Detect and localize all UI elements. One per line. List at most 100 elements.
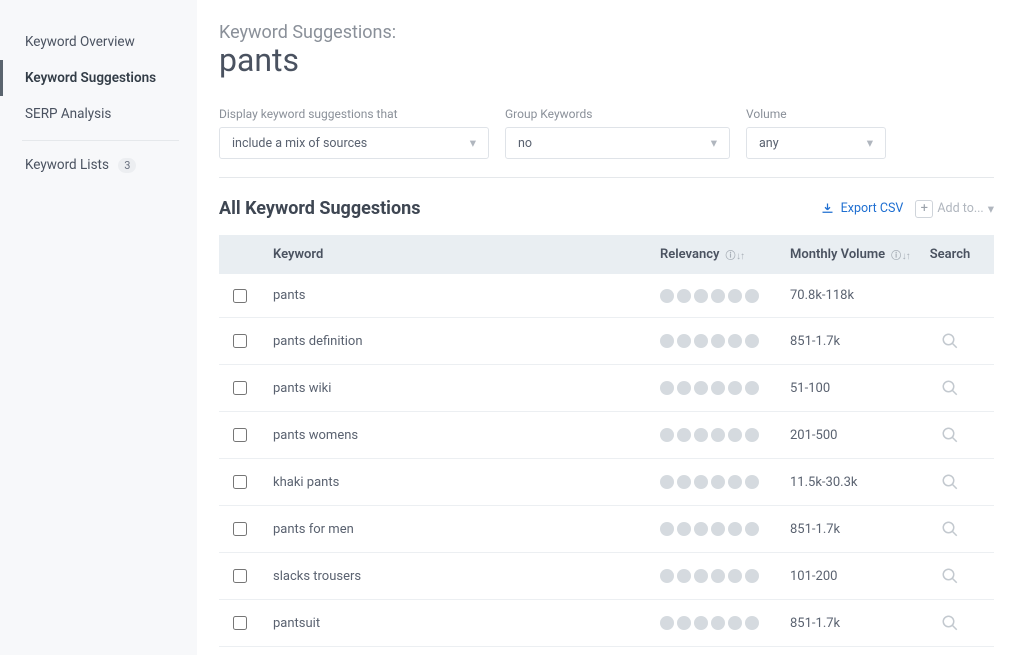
relevancy-dot: [694, 334, 708, 348]
export-label: Export CSV: [841, 201, 904, 216]
search-icon[interactable]: [941, 426, 959, 444]
table-row: pants for men 851-1.7k: [219, 506, 994, 553]
relevancy-dot: [660, 616, 674, 630]
keyword-cell[interactable]: pants: [257, 288, 660, 303]
relevancy-dot: [711, 428, 725, 442]
keyword-cell[interactable]: pants definition: [257, 334, 660, 349]
sidebar-item-suggestions[interactable]: Keyword Suggestions: [0, 60, 197, 96]
header-relevancy-label: Relevancy: [660, 247, 719, 262]
relevancy-dot: [694, 616, 708, 630]
filter-group-label: Group Keywords: [505, 107, 730, 121]
relevancy-cell: [660, 334, 790, 348]
row-checkbox[interactable]: [233, 475, 247, 489]
row-checkbox[interactable]: [233, 569, 247, 583]
relevancy-dot: [728, 289, 742, 303]
relevancy-dot: [728, 428, 742, 442]
relevancy-dot: [728, 616, 742, 630]
filter-group-value: no: [518, 136, 532, 151]
relevancy-dot: [660, 428, 674, 442]
relevancy-dot: [660, 569, 674, 583]
sidebar: Keyword Overview Keyword Suggestions SER…: [0, 0, 197, 655]
search-icon[interactable]: [941, 614, 959, 632]
row-checkbox-cell: [233, 289, 257, 303]
sidebar-item-label: Keyword Overview: [25, 34, 135, 50]
relevancy-cell: [660, 475, 790, 489]
volume-cell: 101-200: [790, 569, 920, 584]
filter-volume: Volume any ▾: [746, 107, 886, 159]
search-cell: [920, 520, 980, 538]
search-icon[interactable]: [941, 379, 959, 397]
sidebar-item-serp[interactable]: SERP Analysis: [0, 96, 197, 132]
relevancy-dot: [677, 522, 691, 536]
row-checkbox[interactable]: [233, 428, 247, 442]
row-checkbox-cell: [233, 616, 257, 630]
relevancy-dot: [677, 381, 691, 395]
relevancy-dot: [745, 475, 759, 489]
volume-cell: 51-100: [790, 381, 920, 396]
export-csv-button[interactable]: Export CSV: [820, 201, 904, 216]
keyword-cell[interactable]: pantsuit: [257, 616, 660, 631]
relevancy-dot: [711, 381, 725, 395]
sidebar-item-label: Keyword Lists: [25, 157, 109, 173]
keyword-cell[interactable]: pants wiki: [257, 381, 660, 396]
header-volume[interactable]: Monthly Volume ⓘ ↓↑: [790, 247, 920, 262]
relevancy-dot: [728, 569, 742, 583]
sidebar-item-overview[interactable]: Keyword Overview: [0, 24, 197, 60]
volume-cell: 201-500: [790, 428, 920, 443]
relevancy-dot: [728, 522, 742, 536]
relevancy-dot: [745, 289, 759, 303]
keyword-cell[interactable]: khaki pants: [257, 475, 660, 490]
table-row: slacks trousers 101-200: [219, 553, 994, 600]
keyword-cell[interactable]: slacks trousers: [257, 569, 660, 584]
search-icon[interactable]: [941, 567, 959, 585]
lists-count-badge: 3: [118, 158, 136, 173]
relevancy-dot: [694, 569, 708, 583]
add-to-label: Add to...: [937, 201, 983, 216]
sidebar-item-lists[interactable]: Keyword Lists 3: [0, 147, 197, 183]
sort-icon: ⓘ ↓↑: [891, 247, 910, 262]
volume-cell: 851-1.7k: [790, 522, 920, 537]
volume-cell: 11.5k-30.3k: [790, 475, 920, 490]
relevancy-cell: [660, 616, 790, 630]
filter-display-value: include a mix of sources: [232, 136, 367, 151]
table-row: pants70.8k-118k: [219, 274, 994, 318]
volume-cell: 851-1.7k: [790, 334, 920, 349]
search-icon[interactable]: [941, 520, 959, 538]
relevancy-dot: [711, 334, 725, 348]
relevancy-dot: [711, 522, 725, 536]
keyword-cell[interactable]: pants womens: [257, 428, 660, 443]
relevancy-cell: [660, 381, 790, 395]
chevron-down-icon: ▾: [867, 135, 873, 151]
relevancy-dot: [694, 522, 708, 536]
search-cell: [920, 473, 980, 491]
relevancy-dot: [677, 428, 691, 442]
header-keyword[interactable]: Keyword: [257, 247, 660, 262]
filter-group: Group Keywords no ▾: [505, 107, 730, 159]
filter-group-select[interactable]: no ▾: [505, 127, 730, 159]
search-icon[interactable]: [941, 473, 959, 491]
search-cell: [920, 332, 980, 350]
relevancy-dot: [728, 334, 742, 348]
row-checkbox[interactable]: [233, 289, 247, 303]
header-relevancy[interactable]: Relevancy ⓘ ↓↑: [660, 247, 790, 262]
table-row: pants womens 201-500: [219, 412, 994, 459]
filter-display: Display keyword suggestions that include…: [219, 107, 489, 159]
search-icon[interactable]: [941, 332, 959, 350]
plus-icon: +: [915, 200, 933, 218]
row-checkbox[interactable]: [233, 381, 247, 395]
row-checkbox-cell: [233, 334, 257, 348]
add-to-button[interactable]: + Add to... ▾: [915, 200, 994, 218]
relevancy-dot: [711, 475, 725, 489]
row-checkbox[interactable]: [233, 522, 247, 536]
relevancy-cell: [660, 289, 790, 303]
row-checkbox[interactable]: [233, 334, 247, 348]
relevancy-dot: [677, 616, 691, 630]
row-checkbox[interactable]: [233, 616, 247, 630]
filter-volume-select[interactable]: any ▾: [746, 127, 886, 159]
relevancy-dot: [660, 475, 674, 489]
keyword-cell[interactable]: pants for men: [257, 522, 660, 537]
relevancy-dot: [694, 428, 708, 442]
relevancy-dot: [745, 569, 759, 583]
row-checkbox-cell: [233, 428, 257, 442]
filter-display-select[interactable]: include a mix of sources ▾: [219, 127, 489, 159]
